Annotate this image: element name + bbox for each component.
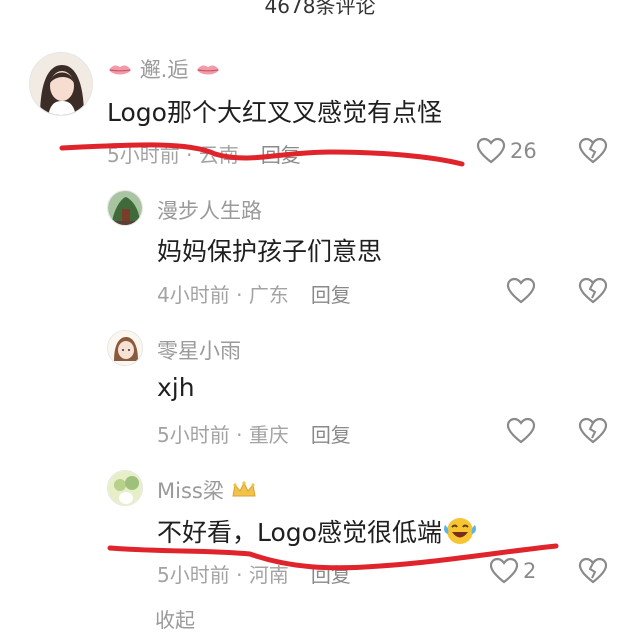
- broken-heart-icon: [578, 417, 608, 444]
- broken-heart-icon: [578, 277, 608, 304]
- crown-icon: [231, 480, 257, 505]
- comment-meta: 5小时前 · 河南 回复: [157, 563, 351, 587]
- username-row[interactable]: 邂.逅: [107, 54, 221, 84]
- comment-meta: 4小时前 · 广东 回复: [157, 283, 351, 307]
- comment-location: 河南: [248, 563, 289, 587]
- comment-meta: 5小时前 · 重庆 回复: [157, 423, 351, 447]
- collapse-replies-button[interactable]: 收起: [155, 604, 195, 633]
- avatar[interactable]: [107, 470, 143, 506]
- comment-time: 5小时前: [157, 563, 230, 587]
- comment-time: 5小时前: [107, 143, 180, 167]
- broken-heart-icon: [578, 557, 608, 584]
- comment-text: 不好看，Logo感觉很低端: [157, 518, 442, 547]
- comment-location: 云南: [198, 143, 239, 167]
- broken-heart-icon: [578, 137, 608, 164]
- like-count: 26: [510, 139, 537, 163]
- comment-text: 妈妈保护孩子们意思: [157, 237, 383, 266]
- lips-icon: [107, 59, 133, 83]
- comment-meta: 5小时前 · 云南 回复: [107, 143, 301, 167]
- comment-text-row: 不好看，Logo感觉很低端: [157, 513, 478, 553]
- like-button[interactable]: [506, 417, 536, 445]
- avatar-girl-drawing-icon: [108, 331, 142, 365]
- like-button[interactable]: 26: [476, 137, 537, 165]
- comment-count-header: 4678条评论: [264, 0, 376, 18]
- heart-outline-icon: [489, 557, 519, 584]
- avatar[interactable]: [107, 190, 143, 226]
- comment-time: 4小时前: [157, 283, 230, 307]
- reply-button[interactable]: 回复: [311, 283, 351, 307]
- reply-button[interactable]: 回复: [311, 563, 351, 587]
- reply-button[interactable]: 回复: [311, 423, 351, 447]
- dislike-button[interactable]: [578, 137, 608, 169]
- comment-location: 重庆: [248, 423, 289, 447]
- like-count: 2: [523, 559, 537, 583]
- reply-button[interactable]: 回复: [261, 143, 301, 167]
- username[interactable]: 漫步人生路: [157, 195, 262, 225]
- dislike-button[interactable]: [578, 277, 608, 309]
- heart-outline-icon: [476, 137, 506, 164]
- dislike-button[interactable]: [578, 557, 608, 589]
- comment-text: Logo那个大红叉叉感觉有点怪: [107, 98, 442, 127]
- lips-icon: [195, 59, 221, 83]
- comment-time: 5小时前: [157, 423, 230, 447]
- comment-text: xjh: [157, 373, 195, 402]
- avatar-tree-icon: [108, 191, 142, 225]
- avatar[interactable]: [29, 52, 93, 116]
- heart-outline-icon: [506, 417, 536, 444]
- heart-outline-icon: [506, 277, 536, 304]
- dislike-button[interactable]: [578, 417, 608, 449]
- like-button[interactable]: [506, 277, 536, 305]
- like-button[interactable]: 2: [489, 557, 536, 585]
- username[interactable]: 零星小雨: [157, 335, 241, 365]
- username: 邂.逅: [139, 58, 189, 82]
- avatar[interactable]: [107, 330, 143, 366]
- avatar-portrait-icon: [30, 53, 92, 115]
- comment-location: 广东: [248, 283, 289, 307]
- avatar-garden-icon: [108, 471, 142, 505]
- username-row[interactable]: Miss梁: [157, 475, 257, 505]
- laughing-tears-emoji: [442, 515, 478, 553]
- username: Miss梁: [157, 479, 224, 503]
